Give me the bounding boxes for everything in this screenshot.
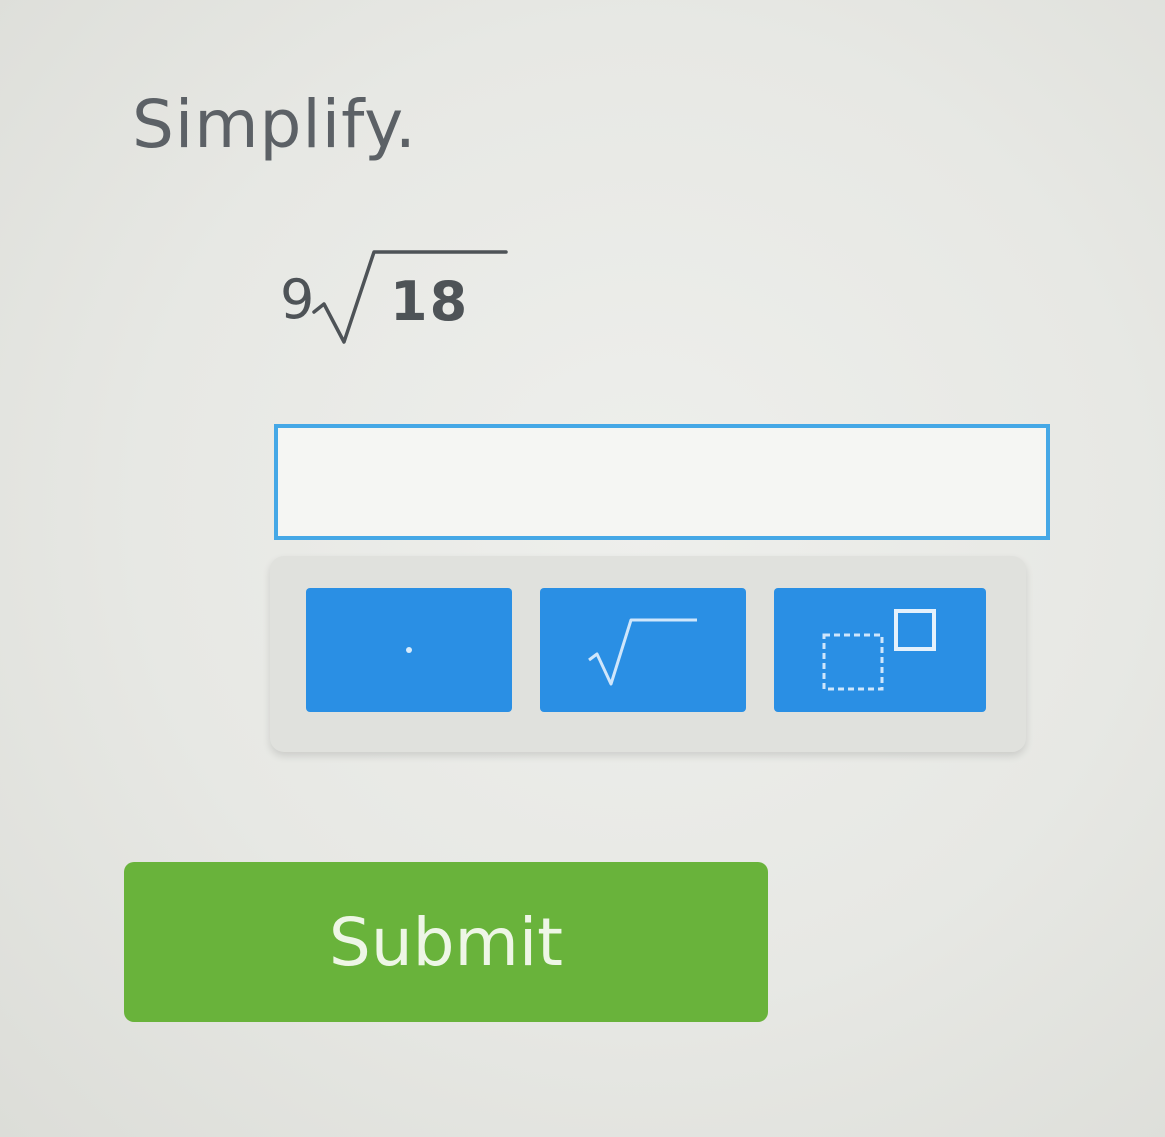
exponent-icon [822,609,936,691]
question-page: Simplify. 9 18 Submit [0,0,1165,1137]
submit-button[interactable]: Submit [124,862,768,1022]
answer-input[interactable] [274,424,1050,540]
square-root-button[interactable] [540,588,746,712]
decimal-point-button[interactable] [306,588,512,712]
exponent-button[interactable] [774,588,986,712]
question-instruction: Simplify. [132,86,417,163]
expression-radicand: 18 [390,270,470,333]
dot-icon [406,647,412,653]
square-root-icon [588,618,697,686]
math-keypad [270,556,1026,752]
